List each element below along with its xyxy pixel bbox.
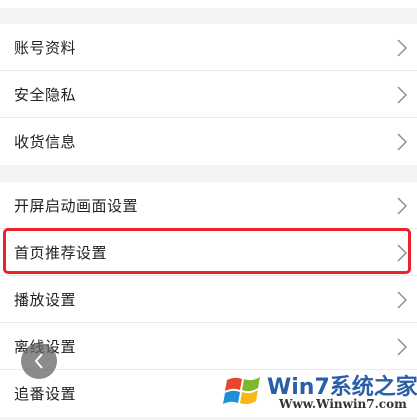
- back-button[interactable]: [21, 343, 57, 379]
- row-label: 安全隐私: [14, 86, 77, 104]
- row-label: 开屏启动画面设置: [14, 197, 139, 215]
- chevron-left-icon: [34, 353, 43, 369]
- row-label: 播放设置: [14, 291, 77, 309]
- row-label: 追番设置: [14, 385, 77, 403]
- row-label: 收货信息: [14, 133, 77, 151]
- row-label: 首页推荐设置: [14, 244, 108, 262]
- chevron-right-icon: [397, 197, 407, 214]
- settings-group-account: 账号资料 安全隐私 收货信息: [0, 24, 417, 165]
- settings-row-offline[interactable]: 离线设置: [0, 323, 417, 370]
- row-label: 账号资料: [14, 39, 77, 57]
- watermark-url: Www.Winwin7.com: [279, 397, 407, 411]
- watermark: Win7系统之家 Www.Winwin7.com: [219, 365, 417, 418]
- top-strip: [0, 0, 417, 8]
- settings-row-playback[interactable]: 播放设置: [0, 276, 417, 323]
- settings-row-splash-screen[interactable]: 开屏启动画面设置: [0, 182, 417, 229]
- settings-row-shipping-info[interactable]: 收货信息: [0, 118, 417, 165]
- settings-row-home-recommend[interactable]: 首页推荐设置: [0, 229, 417, 276]
- windows-flag-icon: [223, 377, 260, 405]
- settings-row-security-privacy[interactable]: 安全隐私: [0, 71, 417, 118]
- chevron-right-icon: [397, 338, 407, 355]
- chevron-right-icon: [397, 291, 407, 308]
- chevron-right-icon: [397, 244, 407, 261]
- chevron-right-icon: [397, 133, 407, 150]
- chevron-right-icon: [397, 39, 407, 56]
- settings-row-account-profile[interactable]: 账号资料: [0, 24, 417, 71]
- chevron-right-icon: [397, 86, 407, 103]
